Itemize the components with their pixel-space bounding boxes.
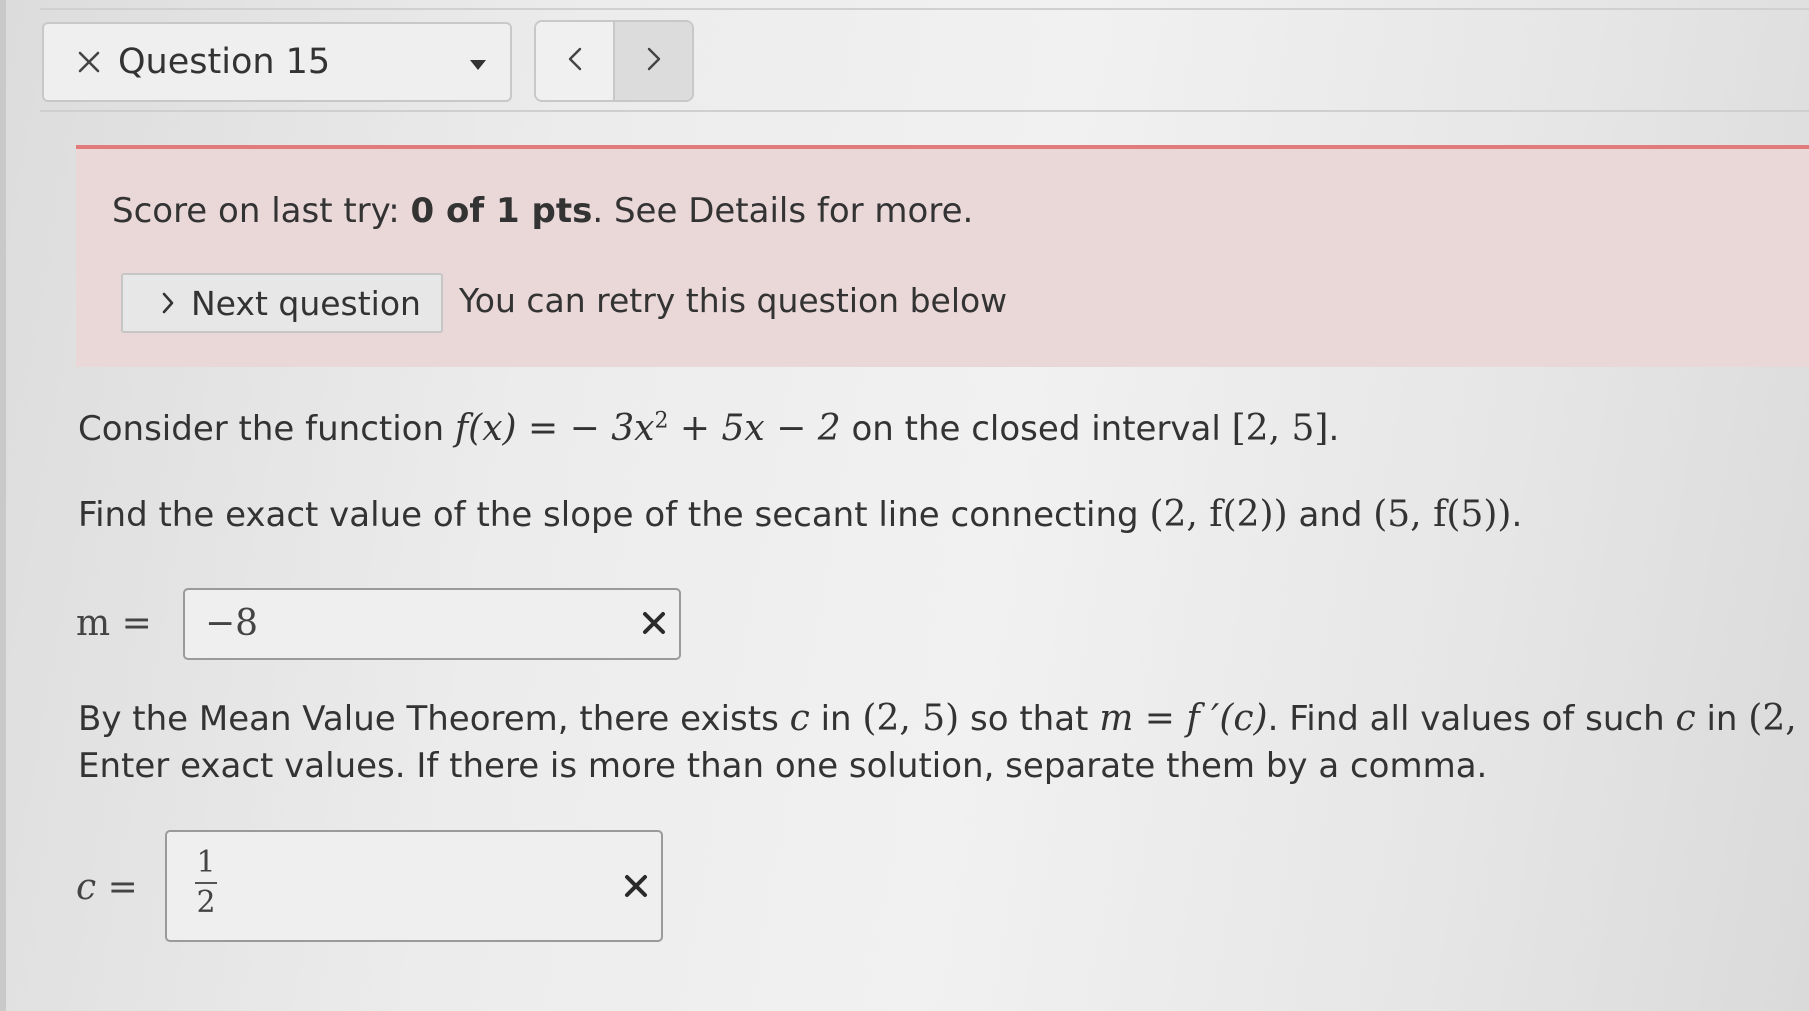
text-run: in: [809, 699, 863, 739]
next-question-arrow-button[interactable]: [615, 22, 692, 100]
next-question-button[interactable]: Next question: [121, 273, 443, 333]
retry-text: You can retry this question below: [459, 281, 1008, 320]
score-text: Score on last try: 0 of 1 pts. See Detai…: [112, 191, 973, 231]
math-c: c: [789, 698, 810, 739]
fraction-denominator: 2: [196, 885, 216, 920]
math-exponent: 2: [654, 408, 669, 434]
close-icon[interactable]: [74, 47, 104, 77]
question-text-mvt: By the Mean Value Theorem, there exists …: [78, 698, 1809, 739]
score-suffix: . See Details for more.: [592, 191, 974, 231]
score-value: 0 of 1 pts: [410, 191, 593, 231]
incorrect-x-icon: [641, 610, 667, 640]
math-expression: + 5x − 2: [668, 408, 841, 449]
text-run: .: [1328, 409, 1340, 449]
left-edge: [0, 0, 6, 1011]
math-interval: (2, 5): [1748, 698, 1809, 739]
dropdown-caret-icon: [468, 57, 488, 76]
math-interval: (2, 5): [862, 698, 960, 739]
math-fx: f(x): [454, 408, 517, 449]
text-run: Consider the function: [78, 409, 455, 449]
fraction-bar: [195, 882, 217, 884]
question-label: Question 15: [118, 42, 331, 82]
previous-question-button[interactable]: [536, 22, 615, 100]
text-run: . Find all values of such: [1267, 699, 1676, 739]
m-label: m =: [76, 603, 152, 644]
math-c: c: [1675, 698, 1696, 739]
text-run: Find the exact value of the slope of the…: [78, 495, 1150, 535]
m-answer-value: −8: [205, 603, 259, 644]
next-question-label: Next question: [191, 283, 421, 323]
c-label-text: c =: [76, 867, 138, 908]
question-text-secant: Find the exact value of the slope of the…: [78, 494, 1522, 535]
math-expression: − 3x: [569, 408, 655, 449]
score-prefix: Score on last try:: [112, 191, 411, 231]
chevron-right-icon: [161, 291, 175, 315]
score-banner: Score on last try: 0 of 1 pts. See Detai…: [76, 145, 1809, 367]
incorrect-x-icon: [623, 873, 649, 903]
question-text-instructions: Enter exact values. If there is more tha…: [78, 746, 1488, 786]
text-run: By the Mean Value Theorem, there exists: [78, 699, 790, 739]
text-run: .: [1511, 495, 1523, 535]
math-point: (5, f(5)): [1373, 494, 1512, 535]
text-run: so that: [959, 699, 1100, 739]
text-run: in: [1695, 699, 1749, 739]
chevron-left-icon: [566, 45, 584, 77]
fraction-numerator: 1: [196, 845, 216, 880]
c-label: c =: [76, 867, 138, 908]
text-run: on the closed interval: [840, 409, 1232, 449]
c-answer-fraction: 1 2: [195, 846, 217, 920]
math-equals: =: [516, 408, 570, 449]
c-answer-field[interactable]: 1 2: [165, 830, 663, 942]
question-selector[interactable]: Question 15: [42, 22, 512, 102]
question-text-function: Consider the function f(x) = − 3x2 + 5x …: [78, 408, 1339, 449]
text-run: and: [1287, 495, 1374, 535]
toolbar-divider: [40, 110, 1809, 112]
math-point: (2, f(2)): [1149, 494, 1288, 535]
question-nav: [534, 20, 694, 102]
math-equation: m = f ′(c): [1099, 698, 1268, 739]
math-interval: [2, 5]: [1231, 408, 1329, 449]
m-answer-field[interactable]: −8: [183, 588, 681, 660]
chevron-right-icon: [645, 45, 663, 77]
top-divider: [40, 8, 1809, 10]
